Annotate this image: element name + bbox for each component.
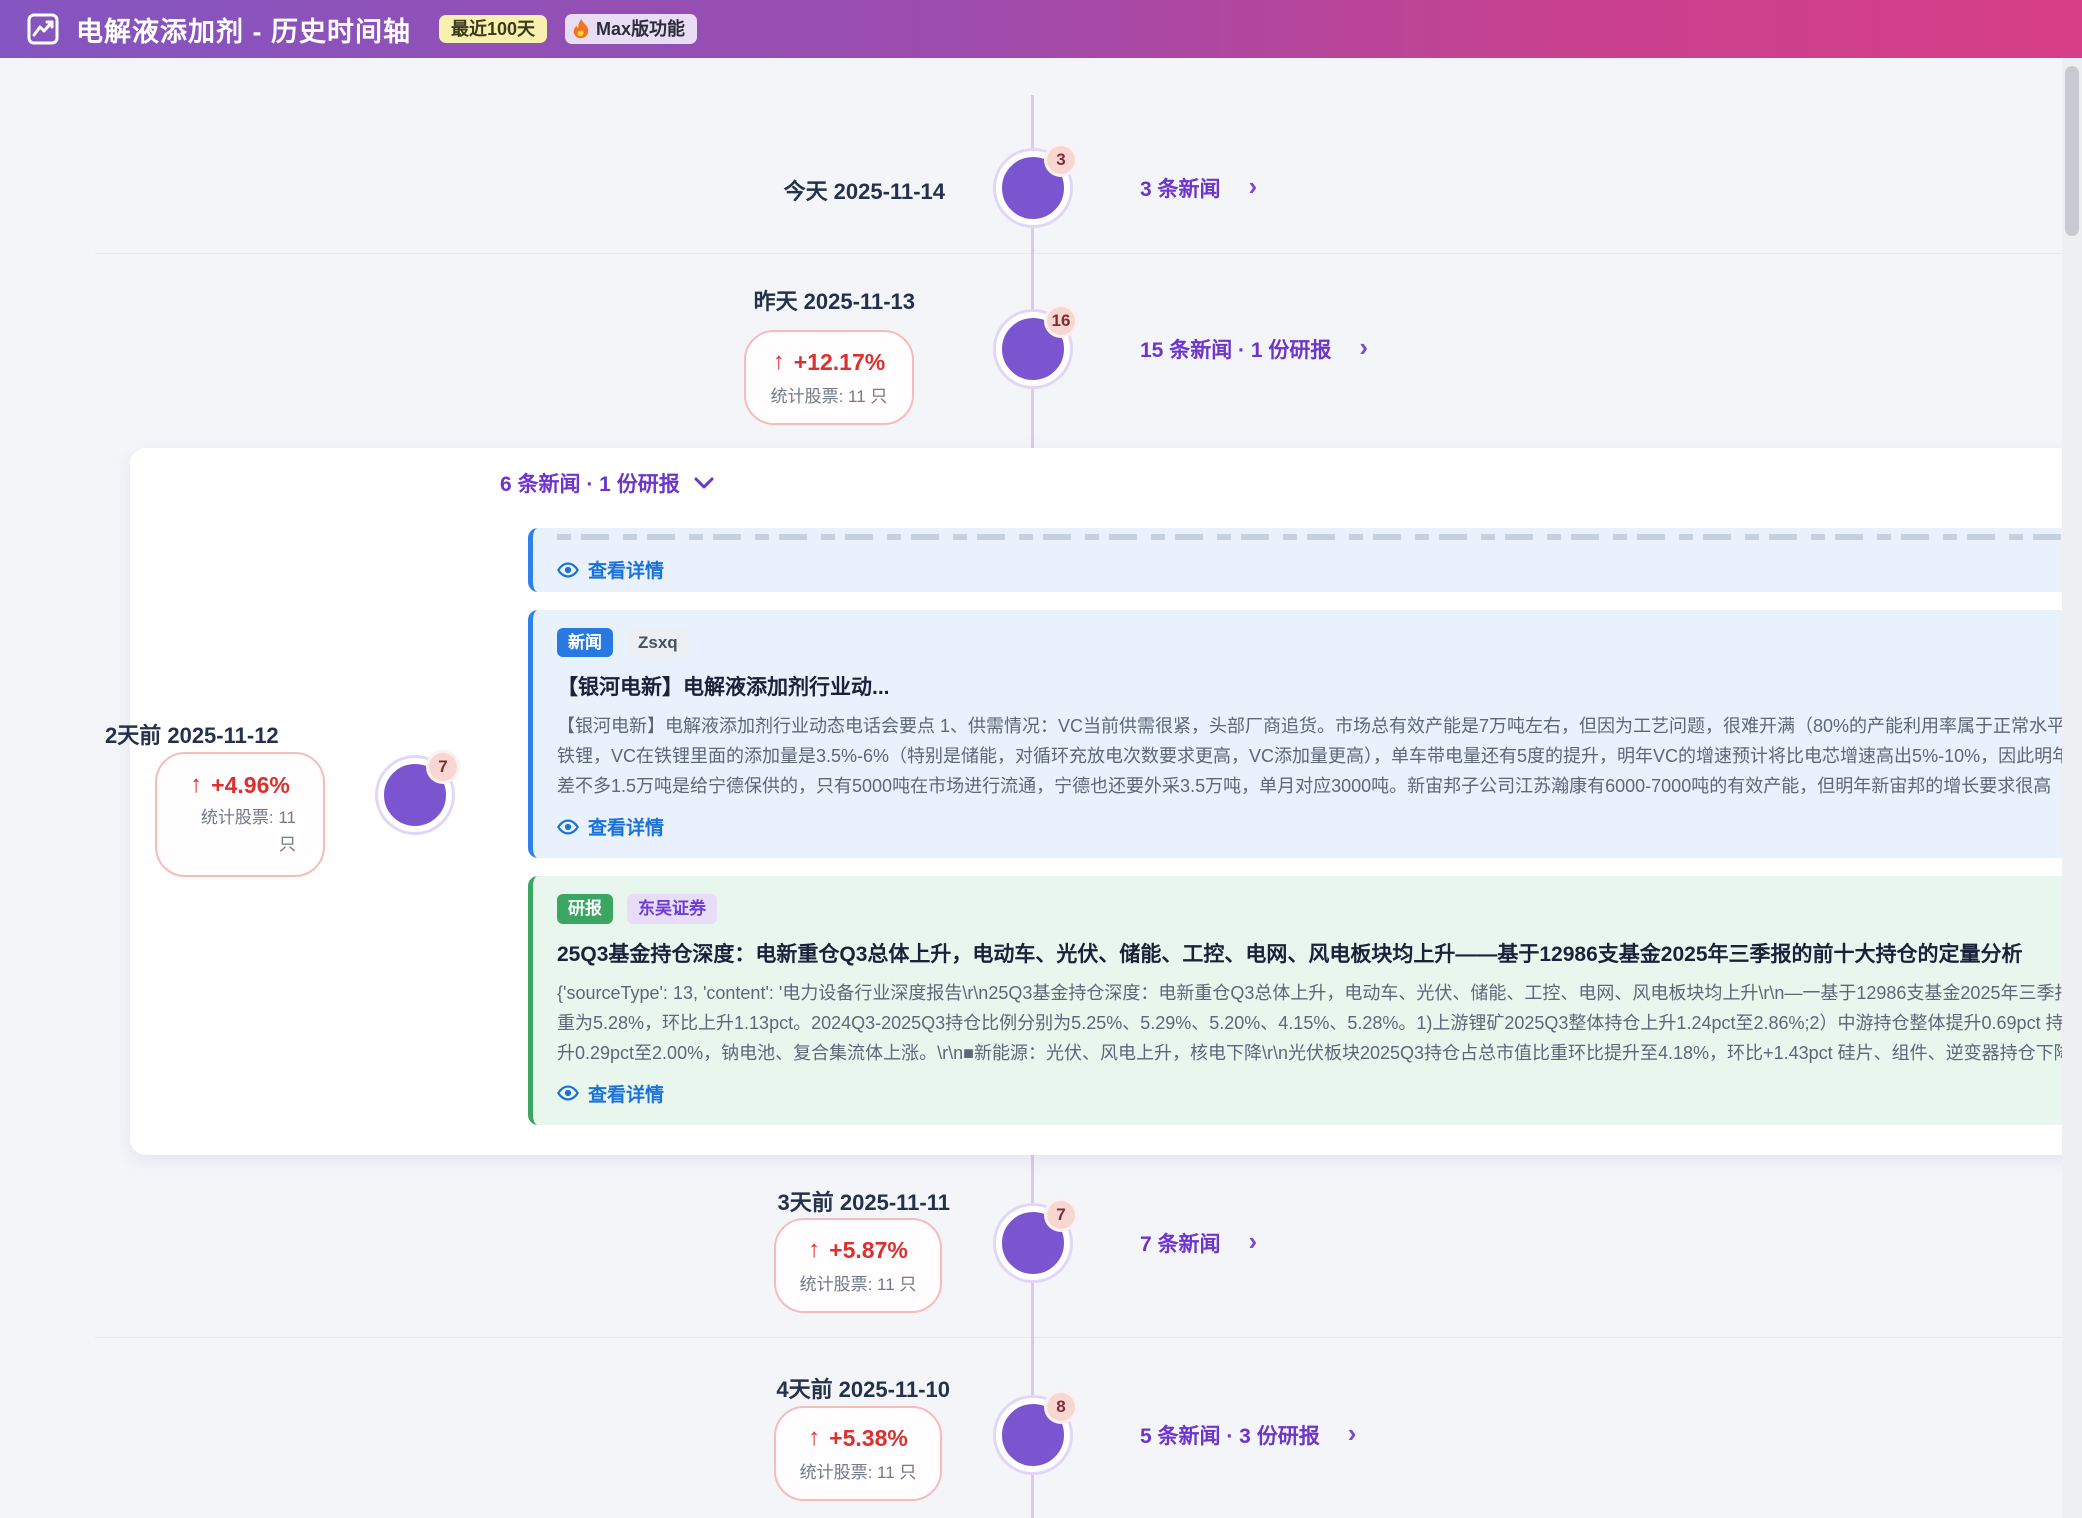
row-divider — [95, 1337, 2062, 1338]
view-details-label: 查看详情 — [588, 1080, 664, 1107]
stock-stats: 统计股票: 11 只 — [800, 1458, 917, 1483]
stock-stats: 统计股票: 11 只 — [800, 1270, 917, 1295]
up-arrow-icon: ↑ — [190, 771, 202, 799]
truncated-text-remnant — [557, 534, 2082, 540]
page-title: 电解液添加剂 - 历史时间轴 — [76, 10, 411, 49]
chevron-down-icon — [694, 477, 714, 490]
scrollbar-thumb[interactable] — [2065, 66, 2079, 236]
entry-summary-label: 7 条新闻 — [1140, 1228, 1221, 1258]
news-title: 【银河电新】电解液添加剂行业动... — [557, 671, 2082, 701]
change-value: +4.96% — [211, 772, 290, 799]
news-tag: 新闻 — [557, 628, 613, 657]
timeline-node[interactable]: 7 — [996, 1206, 1070, 1280]
node-count-badge: 7 — [1044, 1198, 1078, 1232]
report-card[interactable]: 研报 东吴证券 25Q3基金持仓深度：电新重仓Q3总体上升，电动车、光伏、储能、… — [528, 876, 2082, 1124]
eye-icon — [557, 559, 579, 581]
report-body: {'sourceType': 13, 'content': '电力设备行业深度报… — [557, 978, 2082, 1068]
up-arrow-icon: ↑ — [808, 1424, 820, 1452]
source-badge: Zsxq — [627, 628, 689, 657]
entry-summary-label: 15 条新闻 · 1 份研报 — [1140, 334, 1331, 364]
view-details-link[interactable]: 查看详情 — [557, 556, 2082, 583]
flame-icon — [573, 19, 590, 39]
entry-summary-link[interactable]: 15 条新闻 · 1 份研报 › — [1140, 334, 1368, 364]
entry-date: 昨天 2025-11-13 — [570, 284, 915, 316]
view-details-label: 查看详情 — [588, 556, 664, 583]
change-value: +5.87% — [829, 1237, 908, 1264]
timeline-node[interactable]: 7 — [378, 758, 452, 832]
source-badge: 东吴证券 — [627, 894, 717, 923]
entry-date: 2天前 2025-11-12 — [105, 718, 330, 750]
entry-date: 4天前 2025-11-10 — [605, 1372, 950, 1404]
chevron-right-icon: › — [1249, 173, 1258, 199]
entry-date: 3天前 2025-11-11 — [605, 1185, 950, 1217]
news-body: 【银河电新】电解液添加剂行业动态电话会要点 1、供需情况：VC当前供需很紧，头部… — [557, 711, 2082, 801]
view-details-link[interactable]: 查看详情 — [557, 1080, 2082, 1107]
timeline-node[interactable]: 3 — [996, 151, 1070, 225]
report-title: 25Q3基金持仓深度：电新重仓Q3总体上升，电动车、光伏、储能、工控、电网、风电… — [557, 938, 2082, 968]
timeline-page: 电解液添加剂 - 历史时间轴 最近100天 Max版功能 今天 2025-11-… — [0, 0, 2082, 1518]
stock-stats: 统计股票: 11 只 — [771, 382, 888, 407]
app-header: 电解液添加剂 - 历史时间轴 最近100天 Max版功能 — [0, 0, 2082, 58]
expanded-summary-label: 6 条新闻 · 1 份研报 — [500, 468, 680, 498]
stock-stats: 统计股票: 11 只 — [184, 805, 296, 858]
body-line: 升0.29pct至2.00%，钠电池、复合集流体上涨。\r\n■新能源：光伏、风… — [557, 1038, 2082, 1068]
report-tag: 研报 — [557, 894, 613, 923]
news-card-clipped[interactable]: 查看详情 — [528, 528, 2082, 592]
node-count-badge: 7 — [426, 750, 460, 784]
node-count-badge: 8 — [1044, 1390, 1078, 1424]
change-value: +5.38% — [829, 1425, 908, 1452]
range-badge: 最近100天 — [439, 15, 547, 43]
chart-line-icon — [26, 12, 60, 46]
chevron-right-icon: › — [1359, 334, 1368, 360]
timeline-node[interactable]: 8 — [996, 1398, 1070, 1472]
max-feature-badge: Max版功能 — [565, 14, 697, 44]
entry-summary-label: 5 条新闻 · 3 份研报 — [1140, 1420, 1320, 1450]
news-card-list: 查看详情 新闻 Zsxq 【银河电新】电解液添加剂行业动... 【银河电新】电解… — [528, 528, 2082, 1143]
change-value: +12.17% — [794, 349, 885, 376]
eye-icon — [557, 1082, 579, 1104]
view-details-link[interactable]: 查看详情 — [557, 813, 2082, 840]
row-divider — [95, 253, 2062, 254]
vertical-scrollbar[interactable] — [2062, 58, 2082, 1518]
body-line: 铁锂，VC在铁锂里面的添加量是3.5%-6%（特别是储能，对循环充放电次数要求更… — [557, 741, 2082, 771]
entry-summary-link[interactable]: 7 条新闻 › — [1140, 1228, 1257, 1258]
change-pill: ↑ +4.96% 统计股票: 11 只 — [155, 752, 325, 877]
body-line: 【银河电新】电解液添加剂行业动态电话会要点 1、供需情况：VC当前供需很紧，头部… — [557, 711, 2082, 741]
change-pill: ↑ +5.38% 统计股票: 11 只 — [774, 1406, 942, 1501]
node-count-badge: 3 — [1044, 143, 1078, 177]
entry-summary-label: 3 条新闻 — [1140, 173, 1221, 203]
node-count-badge: 16 — [1044, 304, 1078, 338]
up-arrow-icon: ↑ — [808, 1236, 820, 1264]
change-pill: ↑ +12.17% 统计股票: 11 只 — [744, 330, 914, 425]
expanded-summary-toggle[interactable]: 6 条新闻 · 1 份研报 — [500, 468, 714, 498]
chevron-right-icon: › — [1249, 1228, 1258, 1254]
chevron-right-icon: › — [1348, 1420, 1357, 1446]
eye-icon — [557, 816, 579, 838]
entry-summary-link[interactable]: 5 条新闻 · 3 份研报 › — [1140, 1420, 1356, 1450]
up-arrow-icon: ↑ — [773, 348, 785, 376]
news-card[interactable]: 新闻 Zsxq 【银河电新】电解液添加剂行业动... 【银河电新】电解液添加剂行… — [528, 610, 2082, 858]
max-feature-label: Max版功能 — [596, 20, 685, 38]
body-line: {'sourceType': 13, 'content': '电力设备行业深度报… — [557, 978, 2082, 1008]
view-details-label: 查看详情 — [588, 813, 664, 840]
change-pill: ↑ +5.87% 统计股票: 11 只 — [774, 1218, 942, 1313]
entry-summary-link[interactable]: 3 条新闻 › — [1140, 173, 1257, 203]
body-line: 重为5.28%，环比上升1.13pct。2024Q3-2025Q3持仓比例分别为… — [557, 1008, 2082, 1038]
entry-date: 今天 2025-11-14 — [600, 174, 945, 206]
timeline-node[interactable]: 16 — [996, 312, 1070, 386]
body-line: 差不多1.5万吨是给宁德保供的，只有5000吨在市场进行流通，宁德也还要外采3.… — [557, 771, 2082, 801]
